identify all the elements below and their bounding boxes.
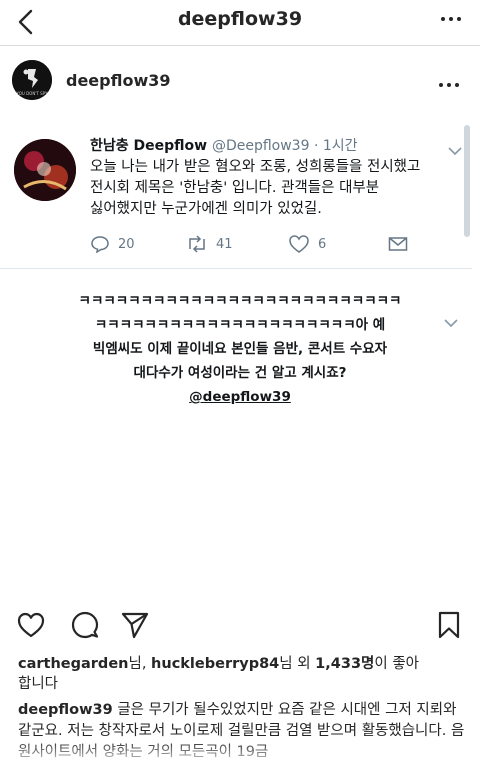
reply-text: ㅋㅋㅋㅋㅋㅋㅋㅋㅋㅋㅋㅋㅋㅋㅋㅋㅋㅋㅋㅋㅋㅋㅋㅋㅋㅋ ㅋㅋㅋㅋㅋㅋㅋㅋㅋㅋㅋㅋㅋ… bbox=[40, 289, 440, 409]
mail-icon bbox=[388, 237, 408, 251]
post-action-bar bbox=[0, 606, 480, 646]
reply-icon bbox=[91, 236, 109, 253]
scrollbar bbox=[464, 125, 470, 237]
reply-text-line: 대다수가 여성이라는 건 알고 계시죠? bbox=[133, 365, 347, 381]
tweet-text-line: 전시회 제목은 '한남충' 입니다. 관객들은 대부분 bbox=[90, 180, 380, 196]
tweet-actions: 20 41 6 bbox=[90, 233, 420, 255]
liker-username[interactable]: carthegarden bbox=[18, 656, 128, 672]
likes-text: 합니다 bbox=[18, 676, 59, 692]
tweet-handle-time: @Deepflow39 · 1시간 bbox=[211, 138, 358, 154]
reply-text-line: ㅋㅋㅋㅋㅋㅋㅋㅋㅋㅋㅋㅋㅋㅋㅋㅋㅋㅋㅋㅋㅋㅋㅋㅋㅋㅋ bbox=[78, 293, 402, 309]
likes-text: 님 외 bbox=[279, 656, 316, 672]
likes-text: 님, bbox=[128, 656, 152, 672]
avatar-logo-text: YOU DON'T SPY bbox=[16, 91, 48, 96]
tweet-text: 오늘 나는 내가 받은 혐오와 조롱, 성희롱들을 전시했고 전시회 제목은 '… bbox=[90, 157, 450, 220]
liker-username[interactable]: huckleberryp84 bbox=[151, 656, 279, 672]
top-navigation-bar: deepflow39 bbox=[0, 0, 480, 46]
tweet-reply-action: 20 bbox=[90, 233, 135, 255]
tweet-avatar bbox=[14, 139, 76, 201]
reply-text-line: ㅋㅋㅋㅋㅋㅋㅋㅋㅋㅋㅋㅋㅋㅋㅋㅋㅋㅋㅋㅋㅋ아 예 bbox=[94, 317, 386, 333]
more-horizontal-icon[interactable] bbox=[438, 75, 460, 87]
reply-count: 20 bbox=[118, 236, 135, 252]
chevron-down-icon bbox=[444, 313, 458, 328]
caption-username[interactable]: deepflow39 bbox=[18, 702, 113, 718]
like-count: 6 bbox=[318, 236, 327, 252]
likes-summary: carthegarden님, huckleberryp84님 외 1,433명이… bbox=[18, 654, 468, 694]
reply-tweet: ㅋㅋㅋㅋㅋㅋㅋㅋㅋㅋㅋㅋㅋㅋㅋㅋㅋㅋㅋㅋㅋㅋㅋㅋㅋㅋ ㅋㅋㅋㅋㅋㅋㅋㅋㅋㅋㅋㅋㅋ… bbox=[0, 277, 472, 407]
post-header: YOU DON'T SPY deepflow39 bbox=[0, 47, 480, 117]
reply-mention: @deepflow39 bbox=[189, 389, 291, 405]
likes-text: 이 좋아 bbox=[374, 656, 420, 672]
avatar[interactable]: YOU DON'T SPY bbox=[12, 60, 52, 100]
more-horizontal-icon[interactable] bbox=[440, 8, 462, 30]
tweet-text-line: 오늘 나는 내가 받은 혐오와 조롱, 성희롱들을 전시했고 bbox=[90, 159, 421, 175]
tweet-text-line: 싫어했지만 누군가에겐 의미가 있었길. bbox=[90, 201, 322, 217]
likes-count[interactable]: 1,433명 bbox=[315, 656, 374, 672]
tweet-display-name: 한남충 Deepflow bbox=[90, 138, 208, 154]
bottom-fade bbox=[0, 740, 480, 766]
tweet-author: 한남충 Deepflow @Deepflow39 · 1시간 bbox=[90, 135, 358, 155]
chevron-down-icon bbox=[448, 141, 462, 156]
page-title: deepflow39 bbox=[177, 8, 303, 30]
post-username[interactable]: deepflow39 bbox=[66, 71, 171, 90]
tweet-dm-action bbox=[388, 233, 416, 255]
reply-text-line: 빅엠씨도 이제 끝이네요 본인들 음반, 콘서트 수요자 bbox=[92, 341, 388, 357]
retweet-icon bbox=[189, 235, 205, 253]
tweet-like-action: 6 bbox=[288, 233, 326, 255]
comment-icon[interactable] bbox=[70, 610, 100, 640]
bookmark-icon[interactable] bbox=[434, 610, 464, 640]
tweet-retweet-action: 41 bbox=[186, 233, 233, 255]
heart-icon[interactable] bbox=[16, 610, 46, 640]
retweet-count: 41 bbox=[216, 236, 233, 252]
send-icon[interactable] bbox=[120, 610, 150, 640]
tweet-card: 한남충 Deepflow @Deepflow39 · 1시간 오늘 나는 내가 … bbox=[0, 117, 472, 269]
heart-icon bbox=[289, 235, 309, 253]
post-image[interactable]: 한남충 Deepflow @Deepflow39 · 1시간 오늘 나는 내가 … bbox=[0, 117, 480, 599]
